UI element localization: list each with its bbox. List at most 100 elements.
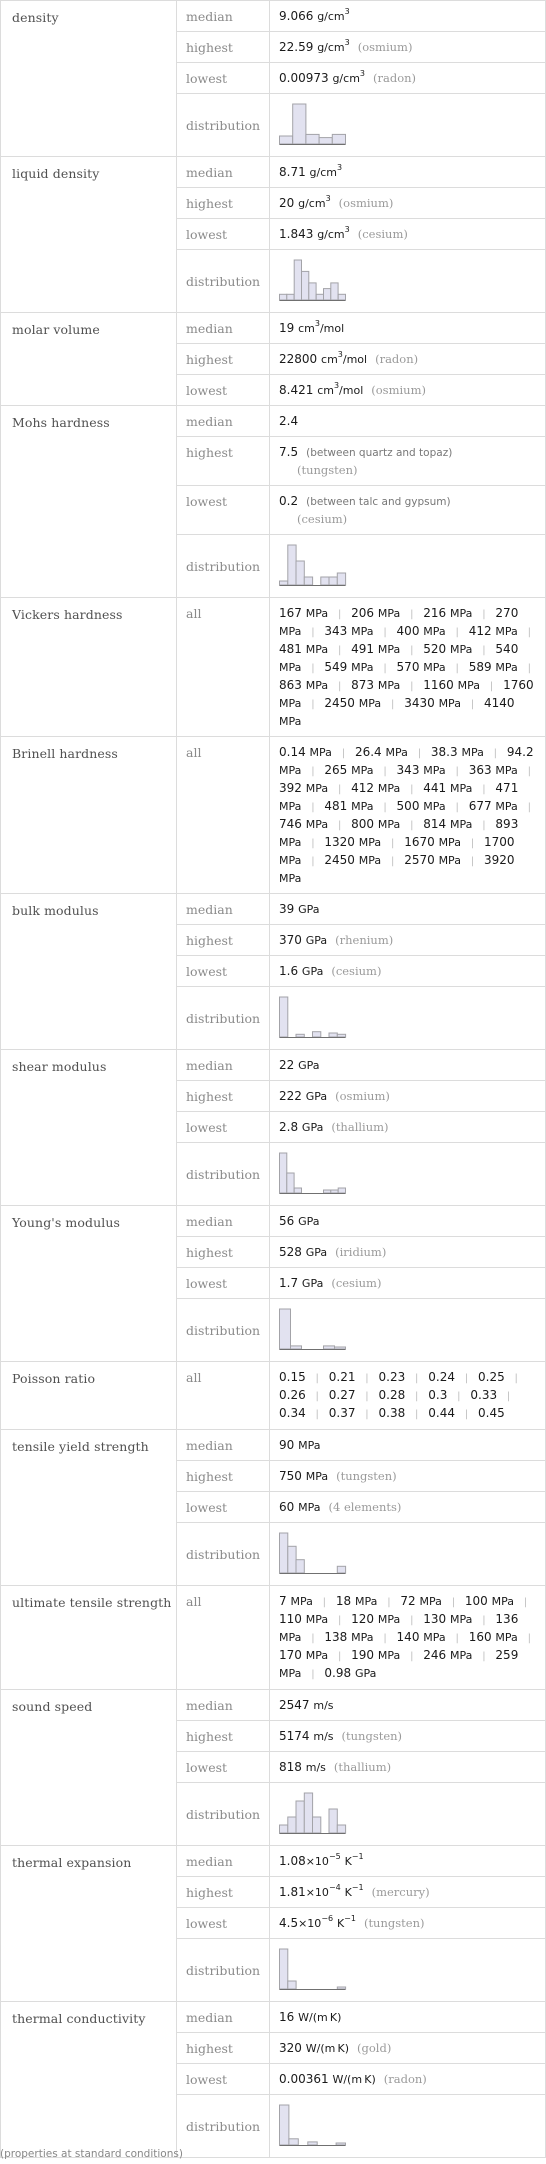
- histogram-bar: [279, 1152, 288, 1194]
- value-unit: MPa: [298, 1501, 321, 1514]
- stat-label-lowest: lowest: [176, 218, 270, 250]
- histogram-bar: [279, 293, 288, 301]
- histogram-bar: [279, 580, 289, 586]
- value-number: 0.00361: [279, 2072, 329, 2086]
- value-item: 0.44: [428, 1406, 455, 1420]
- stat-label-median: median: [176, 1205, 270, 1237]
- separator: |: [482, 784, 486, 795]
- highest-value: 22.59 g/cm3 (osmium): [269, 31, 546, 63]
- value-number: 343: [396, 763, 420, 777]
- stat-label-median: median: [176, 1845, 270, 1877]
- separator: |: [451, 1597, 456, 1608]
- value-unit: MPa: [377, 679, 401, 692]
- value-number: 1160: [423, 678, 454, 692]
- value-number: 56: [279, 1214, 295, 1228]
- value-item: 570 MPa: [397, 660, 446, 674]
- value-number: 549: [324, 660, 348, 674]
- histogram-bar: [295, 560, 305, 586]
- value-item: 863 MPa: [279, 678, 328, 692]
- separator: |: [489, 681, 494, 692]
- value-item: 0.33: [470, 1388, 497, 1402]
- value-unit: GPa: [298, 1059, 320, 1072]
- property-row-density-median: density median 9.066 g/cm3: [0, 0, 546, 157]
- value-item: 412 MPa: [469, 624, 518, 638]
- histogram-bar: [287, 544, 297, 586]
- separator: |: [410, 784, 414, 795]
- value-item: 100 MPa: [465, 1594, 514, 1608]
- value-unit: MPa: [495, 800, 518, 813]
- separator: |: [311, 856, 315, 867]
- separator: |: [410, 820, 414, 831]
- histogram-bar: [295, 1033, 305, 1038]
- value-unit: K: [344, 1886, 352, 1899]
- separator: |: [506, 1391, 511, 1402]
- distribution-histogram: [269, 1298, 546, 1362]
- distribution-histogram: [269, 1142, 546, 1206]
- element-note: (gold): [357, 2041, 392, 2055]
- separator: |: [482, 609, 486, 620]
- value-unit: MPa: [354, 1595, 378, 1608]
- value-unit: MPa: [377, 643, 401, 656]
- separator: |: [410, 645, 414, 656]
- value-unit: MPa: [279, 854, 302, 867]
- value-item: 1160 MPa: [423, 678, 480, 692]
- times-ten: ×10: [298, 1917, 322, 1930]
- stat-label-distribution: distribution: [176, 534, 270, 598]
- value-number: 136: [495, 1612, 519, 1626]
- histogram-bar: [323, 1189, 332, 1194]
- exponent: −6: [321, 1914, 334, 1923]
- stat-label-distribution: distribution: [176, 1782, 270, 1846]
- property-row-ultimate-tensile-strength: ultimate tensile strength all 7 MPa | 18 M…: [0, 1585, 546, 1690]
- histogram-bar: [308, 282, 317, 301]
- value-number: 320: [279, 2041, 302, 2055]
- value-item: 167 MPa: [279, 606, 328, 620]
- value-item: 0.34: [279, 1406, 306, 1420]
- distribution-histogram: [269, 1938, 546, 2002]
- value-number: 19: [279, 321, 295, 335]
- separator: |: [311, 838, 315, 849]
- value-unit: K: [344, 1855, 352, 1868]
- element-note: (tungsten): [336, 1469, 397, 1483]
- property-row-young-s-modulus-median: Young's modulus median 56 GPa: [0, 1205, 546, 1362]
- value-item: 140 MPa: [397, 1630, 446, 1644]
- property-row-liquid-density-median: liquid density median 8.71 g/cm3: [0, 156, 546, 313]
- value-item: 2570 MPa: [404, 853, 461, 867]
- value-unit-suffix: /mol: [342, 353, 368, 366]
- histogram-bar: [292, 103, 307, 145]
- element-note: (thallium): [333, 1760, 392, 1774]
- histogram-bar: [293, 259, 302, 301]
- unit-exponent: 3: [359, 69, 365, 78]
- value-item: 0.15: [279, 1370, 306, 1384]
- separator: |: [415, 1391, 419, 1402]
- element-note: (osmium): [335, 1089, 390, 1103]
- value-unit: MPa: [279, 764, 302, 777]
- histogram-bar: [287, 1816, 297, 1834]
- property-name: molar volume: [0, 312, 177, 406]
- value-number: 1670: [404, 835, 435, 849]
- value-number: 4.5: [279, 1916, 299, 1930]
- separator: |: [523, 1597, 528, 1608]
- value-number: 746: [279, 817, 302, 831]
- stat-label-lowest: lowest: [176, 374, 270, 406]
- value-unit: MPa: [423, 800, 446, 813]
- property-name: density: [0, 0, 177, 157]
- value-item: 0.3: [428, 1388, 447, 1402]
- highest-value: 1.81×10−4 K−1 (mercury): [269, 1876, 546, 1908]
- stat-label-highest: highest: [176, 187, 270, 219]
- histogram-bar: [295, 1559, 305, 1574]
- value-unit: cm: [317, 384, 334, 397]
- value-number: 0.26: [279, 1388, 306, 1402]
- value-number: 120: [351, 1612, 375, 1626]
- property-name: Mohs hardness: [0, 405, 177, 598]
- value-item: 246 MPa: [423, 1648, 472, 1662]
- stat-label-highest: highest: [176, 924, 270, 956]
- value-number: 39: [279, 902, 295, 916]
- value-number: 270: [495, 606, 519, 620]
- value-item: 265 MPa: [324, 763, 373, 777]
- value-item: 363 MPa: [469, 763, 518, 777]
- value-number: 0.98: [324, 1666, 352, 1680]
- value-number: 1.7: [279, 1276, 299, 1290]
- unit-exponent: 3: [344, 225, 350, 234]
- value-item: 0.24: [428, 1370, 455, 1384]
- value-number: 1.6: [279, 964, 299, 978]
